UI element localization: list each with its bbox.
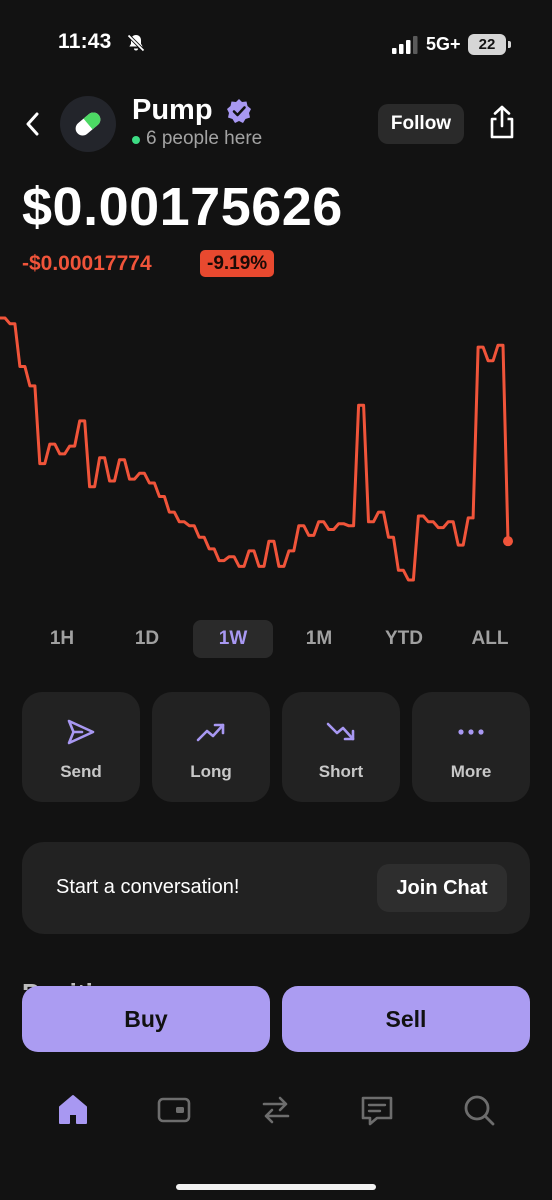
current-price: $0.00175626 <box>22 177 343 237</box>
current-price-marker <box>503 536 513 547</box>
trend-up-icon <box>196 723 225 742</box>
send-label: Send <box>60 762 102 781</box>
buy-button[interactable]: Buy <box>22 986 270 1052</box>
range-tab-1w[interactable]: 1W <box>193 620 273 658</box>
more-button[interactable]: More <box>412 692 530 802</box>
bell-muted-icon <box>127 34 145 52</box>
send-button[interactable]: Send <box>22 692 140 802</box>
search-icon[interactable] <box>461 1092 497 1128</box>
back-chevron-icon[interactable] <box>22 110 44 138</box>
online-dot <box>132 136 140 144</box>
range-tab-all[interactable]: ALL <box>450 620 530 658</box>
battery-level: 22 <box>478 36 496 53</box>
token-name: Pump <box>132 94 213 126</box>
long-label: Long <box>190 762 232 781</box>
verified-badge-icon <box>227 99 251 123</box>
swap-icon[interactable] <box>258 1092 294 1128</box>
trend-down-icon <box>326 722 355 741</box>
token-header: Pump 6 people here Follow <box>0 90 552 160</box>
bottom-tab-bar <box>0 1080 552 1150</box>
wallet-icon[interactable] <box>156 1092 192 1128</box>
status-time: 11:43 <box>58 30 112 53</box>
more-icon <box>458 729 484 735</box>
more-label: More <box>450 762 492 781</box>
join-chat-button[interactable]: Join Chat <box>377 864 507 912</box>
network-type: 5G+ <box>426 34 461 54</box>
price-chart[interactable] <box>0 300 552 600</box>
cellular-signal-icon <box>392 36 418 54</box>
price-change-amount: -$0.00017774 <box>22 252 152 275</box>
token-avatar <box>60 96 116 152</box>
time-range-tabs: 1H 1D 1W 1M YTD ALL <box>0 620 552 658</box>
range-tab-1h[interactable]: 1H <box>22 620 102 658</box>
battery-icon: 22 <box>468 34 511 55</box>
long-button[interactable]: Long <box>152 692 270 802</box>
conversation-card: Start a conversation! Join Chat <box>22 842 530 934</box>
follow-button[interactable]: Follow <box>378 104 464 144</box>
send-icon <box>67 719 95 745</box>
home-indicator <box>176 1184 376 1190</box>
pill-icon <box>75 112 101 136</box>
range-tab-1m[interactable]: 1M <box>279 620 359 658</box>
price-change-percent-badge: -9.19% <box>200 250 275 277</box>
chat-icon[interactable] <box>359 1092 395 1128</box>
range-tab-ytd[interactable]: YTD <box>364 620 444 658</box>
short-label: Short <box>318 762 364 781</box>
price-line <box>0 316 510 582</box>
short-button[interactable]: Short <box>282 692 400 802</box>
home-icon[interactable] <box>55 1092 91 1128</box>
conversation-prompt: Start a conversation! <box>56 876 240 898</box>
range-tab-1d[interactable]: 1D <box>107 620 187 658</box>
share-icon[interactable] <box>486 104 518 140</box>
presence-count: 6 people here <box>146 128 263 149</box>
status-bar: 11:43 5G+ 22 <box>0 0 552 90</box>
sell-button[interactable]: Sell <box>282 986 530 1052</box>
